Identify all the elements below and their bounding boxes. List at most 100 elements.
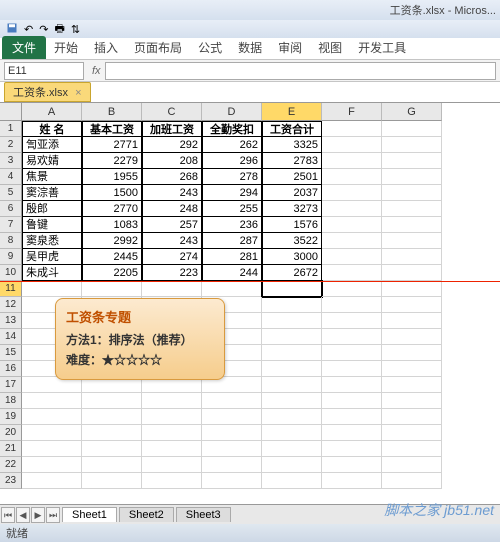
cell[interactable] [22, 457, 82, 473]
cell[interactable] [202, 425, 262, 441]
col-header-B[interactable]: B [82, 103, 142, 121]
cell[interactable] [202, 441, 262, 457]
cell[interactable]: 244 [202, 265, 262, 281]
col-header-G[interactable]: G [382, 103, 442, 121]
cell[interactable] [382, 169, 442, 185]
cell[interactable] [22, 441, 82, 457]
cell[interactable]: 2501 [262, 169, 322, 185]
cell[interactable] [262, 425, 322, 441]
cell[interactable] [142, 441, 202, 457]
cell[interactable] [262, 457, 322, 473]
cell[interactable] [262, 361, 322, 377]
tab-file[interactable]: 文件 [2, 36, 46, 59]
cell[interactable]: 2279 [82, 153, 142, 169]
cell[interactable] [22, 473, 82, 489]
cell[interactable] [382, 265, 442, 281]
cell[interactable] [262, 281, 322, 297]
tab-home[interactable]: 开始 [46, 36, 86, 59]
row-header[interactable]: 17 [0, 377, 22, 393]
sheet-nav-last[interactable]: ⏭ [46, 507, 60, 523]
col-header-A[interactable]: A [22, 103, 82, 121]
cell[interactable] [82, 441, 142, 457]
cell[interactable] [82, 473, 142, 489]
cell[interactable] [322, 473, 382, 489]
sheet-tab-1[interactable]: Sheet1 [62, 507, 117, 522]
cell[interactable]: 223 [142, 265, 202, 281]
name-box[interactable] [4, 62, 84, 80]
cell[interactable]: 窦淙善 [22, 185, 82, 201]
cell[interactable]: 2037 [262, 185, 322, 201]
cell[interactable] [202, 393, 262, 409]
cell[interactable]: 3000 [262, 249, 322, 265]
row-header[interactable]: 18 [0, 393, 22, 409]
tab-dev[interactable]: 开发工具 [350, 36, 414, 59]
grid[interactable]: ABCDEFG 12345678910111213141516171819202… [0, 102, 500, 502]
cell[interactable] [382, 185, 442, 201]
cell[interactable] [322, 137, 382, 153]
cell[interactable] [382, 377, 442, 393]
cell[interactable] [382, 281, 442, 297]
cell[interactable] [202, 409, 262, 425]
cell[interactable] [82, 281, 142, 297]
cell[interactable]: 236 [202, 217, 262, 233]
col-header-C[interactable]: C [142, 103, 202, 121]
cell[interactable]: 296 [202, 153, 262, 169]
row-header[interactable]: 8 [0, 233, 22, 249]
cell[interactable] [22, 409, 82, 425]
col-header-E[interactable]: E [262, 103, 322, 121]
cell[interactable] [262, 409, 322, 425]
cell[interactable] [382, 329, 442, 345]
row-header[interactable]: 7 [0, 217, 22, 233]
close-icon[interactable]: × [75, 87, 81, 99]
sheet-nav-prev[interactable]: ◀ [16, 507, 30, 523]
sheet-tab-2[interactable]: Sheet2 [119, 507, 174, 522]
row-header[interactable]: 19 [0, 409, 22, 425]
cell[interactable]: 2992 [82, 233, 142, 249]
cell[interactable] [382, 201, 442, 217]
tab-layout[interactable]: 页面布局 [126, 36, 190, 59]
cell[interactable]: 基本工资 [82, 121, 142, 137]
sheet-nav-next[interactable]: ▶ [31, 507, 45, 523]
cell[interactable] [322, 409, 382, 425]
cell[interactable]: 易欢婧 [22, 153, 82, 169]
cell[interactable] [262, 393, 322, 409]
cell[interactable] [382, 473, 442, 489]
cell[interactable]: 2783 [262, 153, 322, 169]
cell[interactable] [262, 377, 322, 393]
cell[interactable] [82, 425, 142, 441]
tab-formula[interactable]: 公式 [190, 36, 230, 59]
cell[interactable]: 255 [202, 201, 262, 217]
cell[interactable] [382, 393, 442, 409]
cell[interactable] [22, 393, 82, 409]
cell[interactable] [142, 409, 202, 425]
sheet-nav-first[interactable]: ⏮ [1, 507, 15, 523]
cell[interactable] [322, 329, 382, 345]
row-header[interactable]: 20 [0, 425, 22, 441]
cell[interactable]: 訇亚添 [22, 137, 82, 153]
cell[interactable] [322, 233, 382, 249]
cell[interactable]: 窦泉悉 [22, 233, 82, 249]
cell[interactable] [262, 441, 322, 457]
cell[interactable]: 3273 [262, 201, 322, 217]
cell[interactable] [262, 345, 322, 361]
cell[interactable]: 工资合计 [262, 121, 322, 137]
cell[interactable]: 208 [142, 153, 202, 169]
row-header[interactable]: 21 [0, 441, 22, 457]
cell[interactable] [322, 393, 382, 409]
row-header[interactable]: 2 [0, 137, 22, 153]
cell[interactable] [382, 457, 442, 473]
cell[interactable]: 2771 [82, 137, 142, 153]
cell[interactable] [322, 345, 382, 361]
cell[interactable] [382, 153, 442, 169]
cell[interactable] [22, 281, 82, 297]
sort-icon[interactable]: ⇅ [71, 23, 80, 36]
cell[interactable] [262, 297, 322, 313]
cell[interactable] [262, 473, 322, 489]
cell[interactable] [322, 425, 382, 441]
cell[interactable] [322, 281, 382, 297]
cell[interactable]: 全勤奖扣 [202, 121, 262, 137]
cell[interactable]: 1500 [82, 185, 142, 201]
cell[interactable]: 268 [142, 169, 202, 185]
cell[interactable] [322, 441, 382, 457]
tab-insert[interactable]: 插入 [86, 36, 126, 59]
